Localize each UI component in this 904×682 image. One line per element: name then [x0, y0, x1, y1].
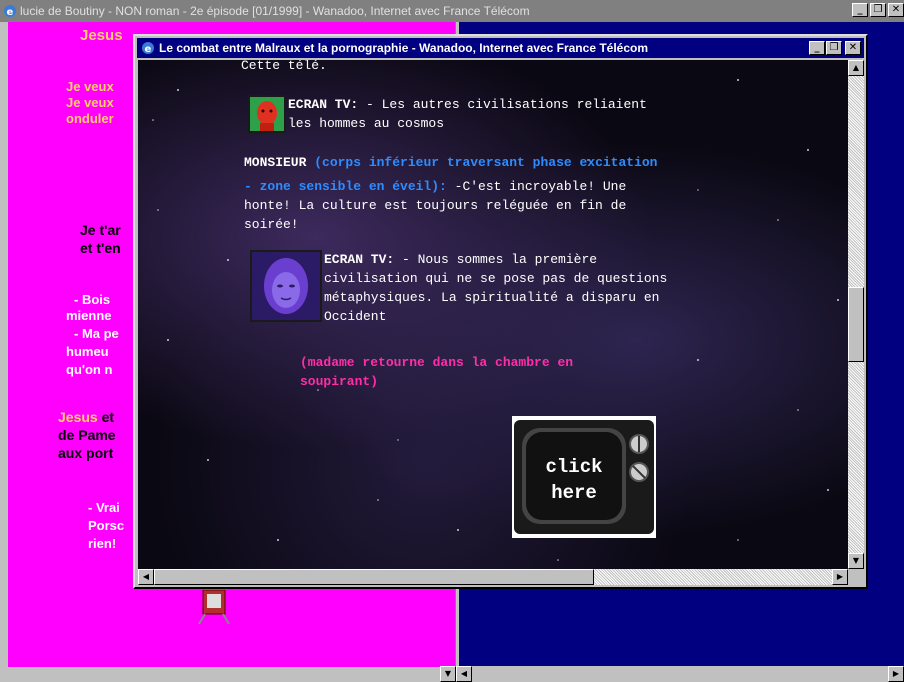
popup-restore-button[interactable]: ❒	[826, 41, 842, 55]
ecran1-line2: les hommes au cosmos	[288, 116, 445, 131]
outer-title-text: lucie de Boutiny - NON roman - 2e épisod…	[20, 4, 530, 18]
outer-title-bar[interactable]: e lucie de Boutiny - NON roman - 2e épis…	[0, 0, 904, 22]
svg-text:e: e	[145, 44, 152, 55]
ecran2-line3: métaphysiques. La spiritualité a disparu…	[324, 290, 660, 305]
bg-line: qu'on n	[66, 362, 113, 377]
monsieur-line4: soirée!	[244, 217, 299, 232]
bg-line: - Ma pe	[74, 326, 119, 341]
monsieur-line1: MONSIEUR (corps inférieur traversant pha…	[244, 153, 657, 172]
scroll-up-arrow-icon[interactable]: ▲	[848, 60, 864, 76]
click-here-text: click	[545, 456, 602, 478]
scroll-right-arrow-icon[interactable]: ▶	[888, 666, 904, 682]
click-here-text: here	[551, 482, 597, 504]
bg-line: humeu	[66, 344, 109, 359]
partial-top-line: Cette télé.	[241, 60, 327, 73]
dialogue-text: - Les autres civilisations reliaient	[358, 97, 647, 112]
scroll-right-arrow-icon[interactable]: ▶	[832, 569, 848, 585]
popup-horizontal-scrollbar[interactable]: ◀ ▶	[138, 569, 848, 585]
ie-icon: e	[4, 5, 16, 18]
outer-minimize-button[interactable]: _	[852, 3, 868, 17]
bg-line: et t'en	[80, 240, 121, 256]
dialogue-text: -C'est incroyable! Une	[446, 179, 627, 194]
ecran2-line2: civilisation qui ne se pose pas de quest…	[324, 271, 668, 286]
horizontal-scroll-thumb[interactable]	[154, 569, 594, 585]
ecran2-line1: ECRAN TV: - Nous sommes la première	[324, 250, 597, 269]
scroll-left-arrow-icon[interactable]: ◀	[456, 666, 472, 682]
bg-line: Je veux	[66, 95, 114, 110]
bg-line: - Bois	[74, 292, 111, 307]
bg-line: Je veux	[66, 79, 114, 94]
avatar-man-icon	[248, 95, 286, 133]
dialogue-text: - Nous sommes la première	[394, 252, 598, 267]
avatar-woman-icon	[250, 250, 322, 322]
bg-line: - Vrai	[88, 500, 120, 515]
popup-content: Cette télé. ECRAN TV: - Les autres civil…	[138, 60, 848, 569]
speaker-label: ECRAN TV:	[288, 97, 359, 112]
click-here-tv-button[interactable]: click here	[512, 416, 656, 538]
vertical-scroll-thumb[interactable]	[848, 287, 864, 362]
bg-line: mienne	[66, 308, 112, 323]
stage-direction-madame: soupirant)	[300, 374, 379, 389]
bg-line: aux port	[58, 445, 114, 461]
tv-icon[interactable]	[195, 590, 235, 625]
bg-line: de Pame	[58, 427, 116, 443]
monsieur-line3: honte! La culture est toujours reléguée …	[244, 198, 627, 213]
outer-restore-button[interactable]: ❒	[870, 3, 886, 17]
bg-line: Porsc	[88, 518, 125, 533]
popup-vertical-scrollbar[interactable]: ▲ ▼	[848, 60, 864, 569]
outer-horizontal-scrollbar[interactable]: ▼ ◀ ▶	[440, 666, 904, 682]
bg-line: Je t'ar	[80, 222, 121, 238]
popup-title-text: Le combat entre Malraux et la pornograph…	[159, 41, 649, 55]
scrollbar-corner	[848, 569, 864, 585]
jesus-top-text: Jesus	[80, 27, 123, 44]
jesus-mid-line: Jesus et	[58, 409, 114, 425]
outer-close-button[interactable]: ✕	[888, 3, 904, 17]
speaker-label: MONSIEUR	[244, 155, 307, 170]
popup-close-button[interactable]: ✕	[845, 41, 861, 55]
popup-title-bar[interactable]: e Le combat entre Malraux et la pornogra…	[137, 38, 864, 58]
popup-window: e Le combat entre Malraux et la pornogra…	[133, 34, 868, 589]
ecran2-line4: Occident	[324, 309, 387, 324]
ecran1-line1: ECRAN TV: - Les autres civilisations rel…	[288, 95, 647, 114]
ie-icon: e	[142, 42, 154, 55]
jesus-mid-rest: et	[97, 409, 115, 425]
bg-line: onduler	[66, 111, 114, 126]
stage-direction-madame: (madame retourne dans la chambre en	[300, 355, 574, 370]
svg-text:e: e	[7, 7, 14, 18]
scroll-left-arrow-icon[interactable]: ◀	[138, 569, 154, 585]
stage-direction: - zone sensible en éveil):	[244, 179, 447, 194]
stage-direction: (corps inférieur traversant phase excita…	[306, 155, 658, 170]
bg-line: rien!	[88, 536, 117, 551]
scroll-down-arrow-icon[interactable]: ▼	[440, 666, 456, 682]
scroll-track[interactable]	[472, 666, 888, 682]
speaker-label: ECRAN TV:	[324, 252, 395, 267]
monsieur-line2: - zone sensible en éveil): -C'est incroy…	[244, 177, 626, 196]
scroll-down-arrow-icon[interactable]: ▼	[848, 553, 864, 569]
popup-minimize-button[interactable]: _	[809, 41, 825, 55]
jesus-mid-text: Jesus	[58, 409, 98, 425]
starfield-background	[152, 79, 839, 561]
